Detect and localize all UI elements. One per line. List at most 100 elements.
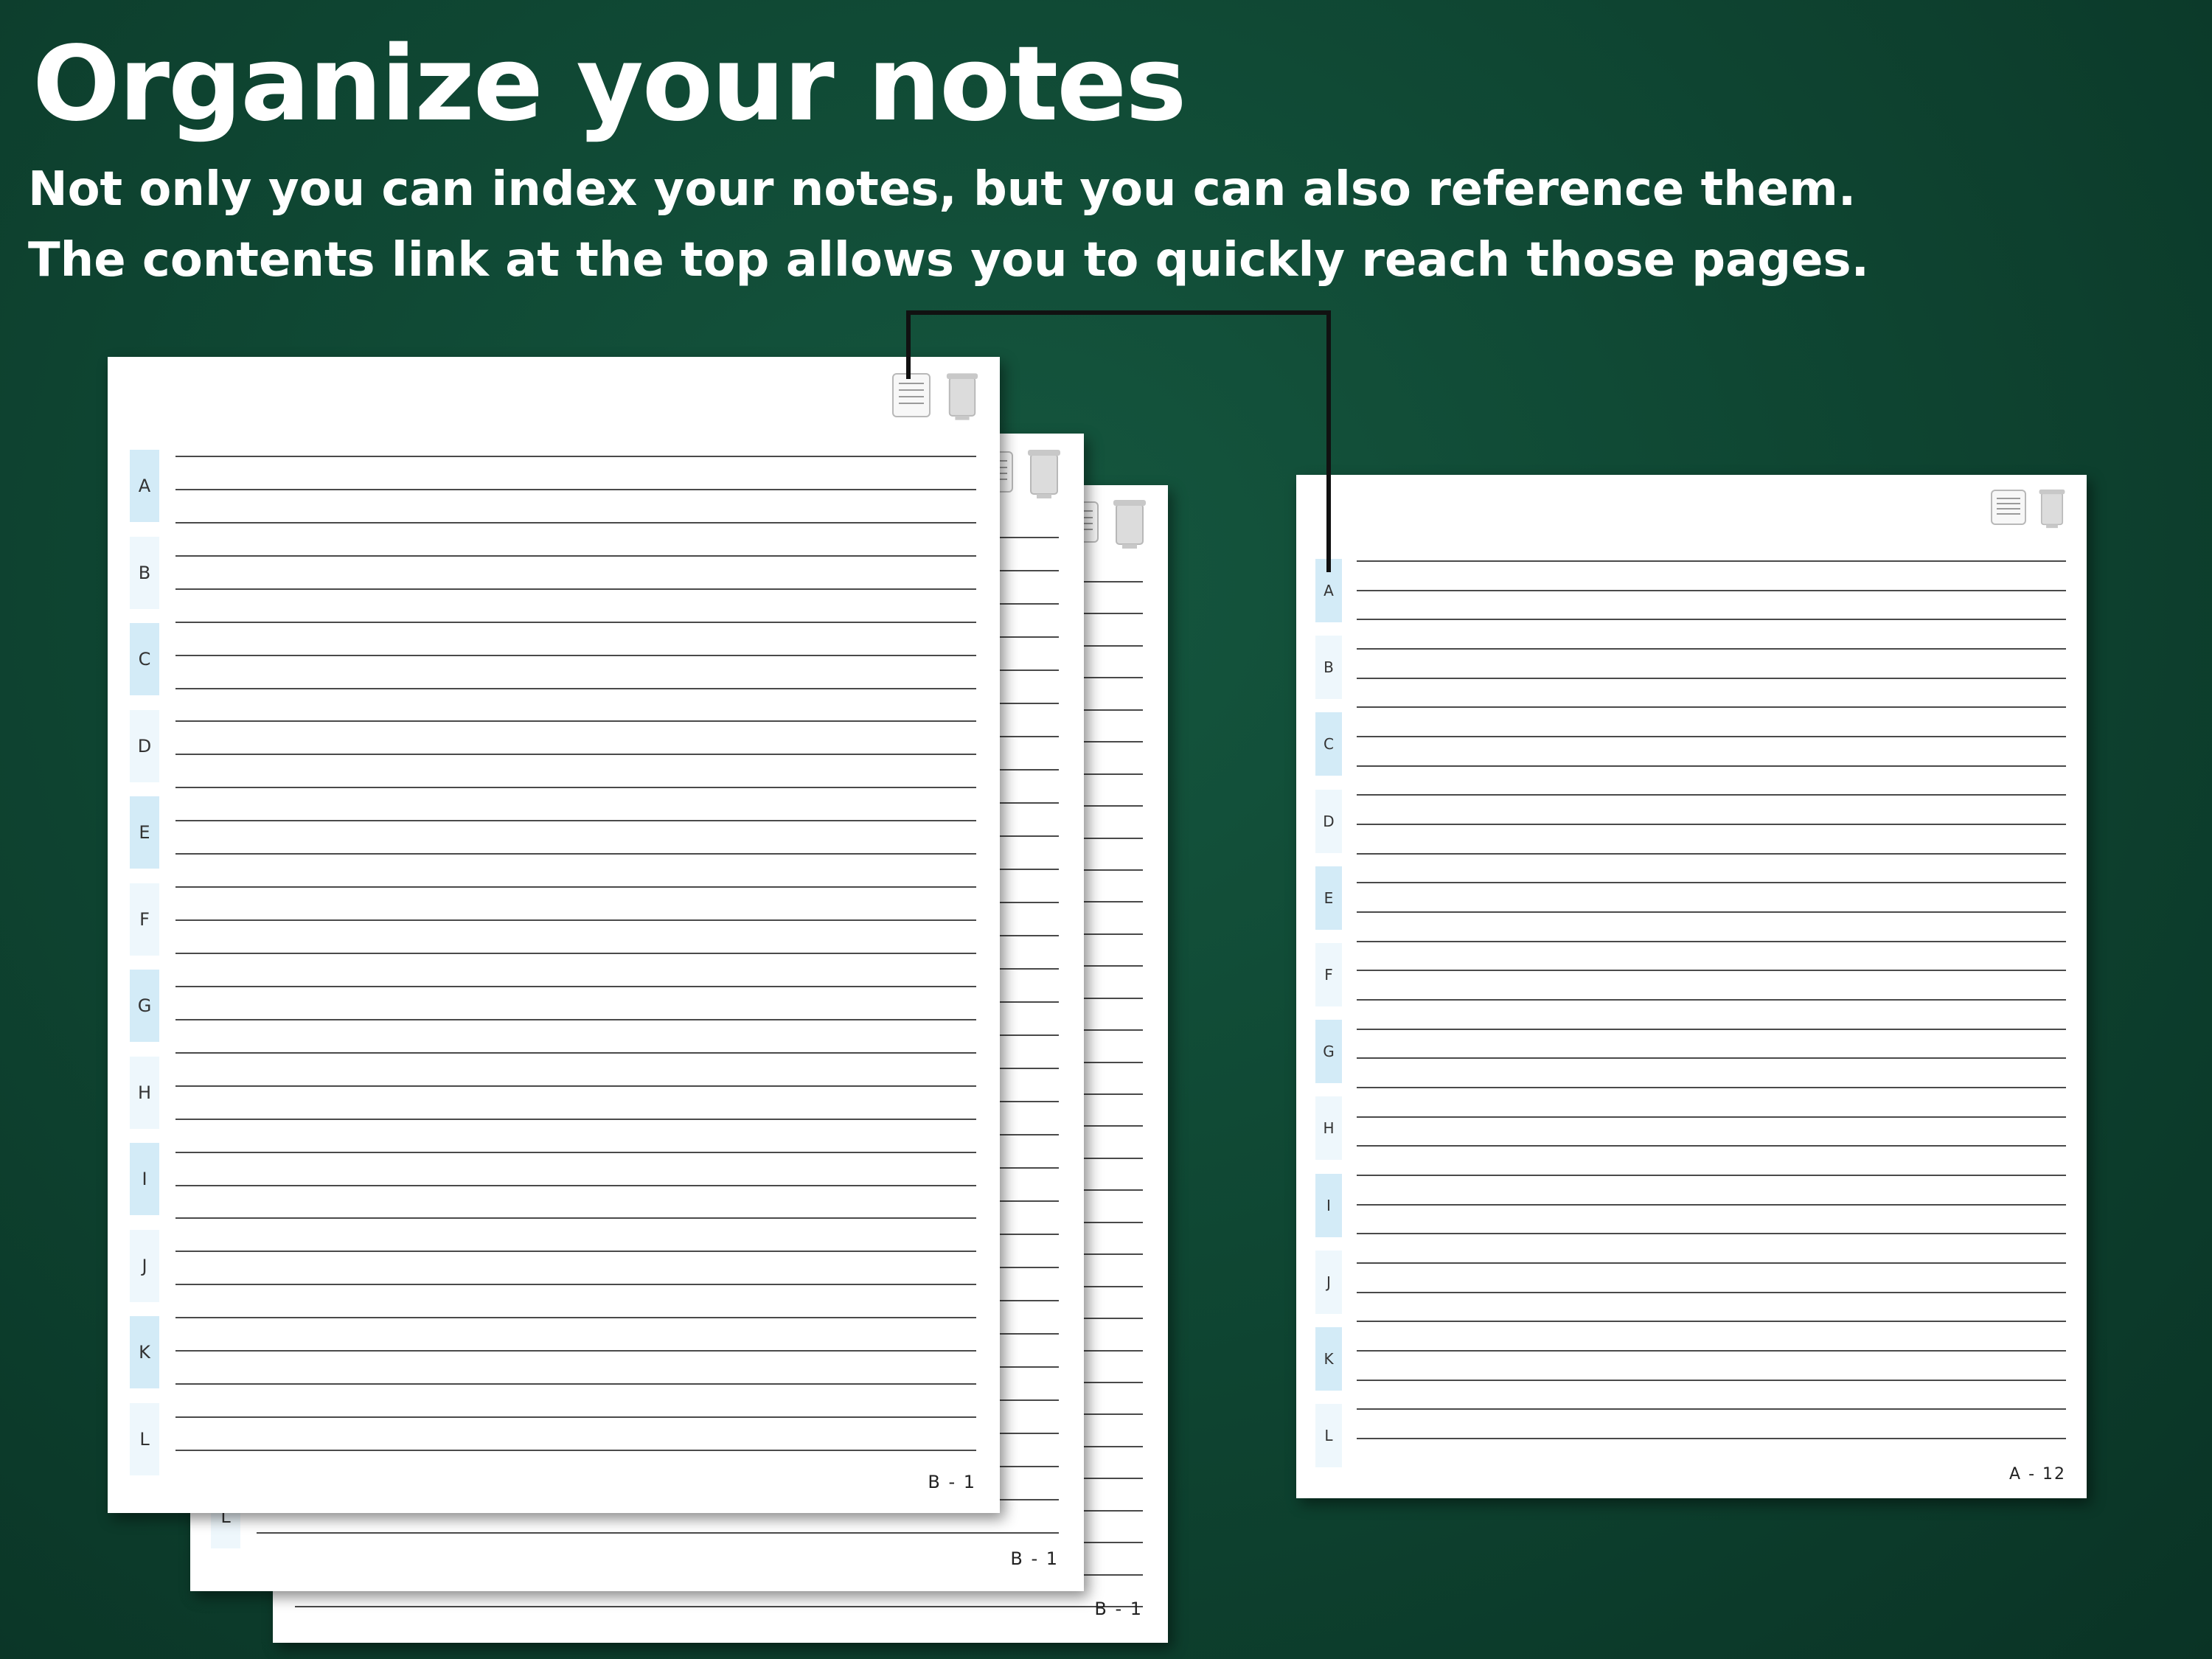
index-tab-label: D bbox=[137, 736, 152, 757]
ruled-line bbox=[175, 720, 976, 722]
ruled-line bbox=[175, 1119, 976, 1120]
notebook-page-right: A B C D E F G H I J K L A - 12 bbox=[1296, 475, 2087, 1498]
index-tab-i[interactable]: I bbox=[130, 1143, 159, 1215]
ruled-line bbox=[1357, 619, 2066, 620]
ruled-line bbox=[1357, 1029, 2066, 1030]
ruled-line bbox=[1357, 1438, 2066, 1439]
ruled-line bbox=[295, 1606, 1143, 1607]
index-tab-l[interactable]: L bbox=[130, 1403, 159, 1475]
ruled-line bbox=[1357, 1350, 2066, 1352]
ruled-line bbox=[175, 1019, 976, 1020]
index-tab-label: K bbox=[139, 1342, 150, 1363]
index-tab-label: G bbox=[1323, 1043, 1335, 1060]
index-tab-f[interactable]: F bbox=[1315, 943, 1342, 1006]
ruled-line bbox=[175, 489, 976, 490]
subtitle-line-1: Not only you can index your notes, but y… bbox=[28, 162, 1857, 217]
index-tab-label: I bbox=[1326, 1197, 1331, 1214]
ruled-line bbox=[175, 522, 976, 524]
index-tab-j[interactable]: J bbox=[1315, 1251, 1342, 1314]
index-tab-label: C bbox=[138, 649, 151, 669]
index-tab-c[interactable]: C bbox=[1315, 712, 1342, 776]
index-tab-l[interactable]: L bbox=[1315, 1404, 1342, 1467]
ruled-line bbox=[175, 986, 976, 987]
ruled-line bbox=[175, 1350, 976, 1352]
index-tab-e[interactable]: E bbox=[130, 796, 159, 869]
contents-list-icon[interactable] bbox=[892, 373, 931, 417]
ruled-line bbox=[1357, 1087, 2066, 1088]
index-tab-i[interactable]: I bbox=[1315, 1174, 1342, 1237]
index-tab-c[interactable]: C bbox=[130, 623, 159, 695]
index-tab-label: I bbox=[142, 1169, 147, 1189]
ruled-line bbox=[1357, 941, 2066, 942]
trash-icon[interactable] bbox=[1026, 448, 1062, 500]
ruled-line bbox=[1357, 590, 2066, 591]
index-tab-label: C bbox=[1324, 735, 1334, 753]
index-tab-g[interactable]: G bbox=[1315, 1020, 1342, 1083]
ruled-line bbox=[1357, 1292, 2066, 1293]
index-tab-label: F bbox=[1324, 966, 1333, 984]
trash-icon[interactable] bbox=[2038, 487, 2066, 531]
index-tab-k[interactable]: K bbox=[1315, 1327, 1342, 1391]
index-tab-label: G bbox=[137, 995, 152, 1016]
contents-list-icon[interactable] bbox=[1991, 490, 2026, 525]
ruled-line bbox=[175, 1052, 976, 1054]
ruled-line bbox=[175, 1383, 976, 1385]
index-tab-f[interactable]: F bbox=[130, 883, 159, 956]
ruled-line bbox=[1357, 1116, 2066, 1118]
index-tab-label: H bbox=[1323, 1119, 1335, 1137]
ruled-line bbox=[1357, 970, 2066, 971]
ruled-line bbox=[175, 555, 976, 557]
ruled-line bbox=[175, 1450, 976, 1451]
index-tab-label: A bbox=[138, 476, 151, 496]
index-tab-label: A bbox=[1324, 582, 1334, 599]
trash-icon[interactable] bbox=[945, 370, 979, 423]
notebook-page-front: A B C D E F G H I J K L B - 1 bbox=[108, 357, 1000, 1513]
index-tab-a[interactable]: A bbox=[1315, 559, 1342, 622]
ruled-line bbox=[175, 886, 976, 888]
index-tab-label: J bbox=[142, 1256, 147, 1276]
ruled-line bbox=[175, 1085, 976, 1087]
ruled-line bbox=[1357, 765, 2066, 767]
index-tab-h[interactable]: H bbox=[1315, 1096, 1342, 1160]
ruled-line bbox=[175, 1317, 976, 1318]
index-tab-label: E bbox=[139, 822, 150, 843]
index-tab-label: L bbox=[139, 1429, 150, 1450]
index-tab-label: F bbox=[139, 909, 150, 930]
ruled-line bbox=[175, 919, 976, 921]
ruled-line bbox=[175, 655, 976, 656]
index-tab-g[interactable]: G bbox=[130, 970, 159, 1042]
ruled-line bbox=[175, 853, 976, 855]
ruled-line bbox=[1357, 648, 2066, 650]
page-number: B - 1 bbox=[1010, 1548, 1059, 1569]
ruled-line bbox=[175, 1284, 976, 1285]
ruled-line bbox=[175, 820, 976, 821]
index-tab-j[interactable]: J bbox=[130, 1230, 159, 1302]
ruled-line bbox=[1357, 824, 2066, 825]
ruled-line bbox=[175, 1152, 976, 1153]
ruled-line bbox=[175, 1185, 976, 1186]
index-tab-b[interactable]: B bbox=[1315, 636, 1342, 699]
index-tab-a[interactable]: A bbox=[130, 450, 159, 522]
index-tab-label: H bbox=[137, 1082, 152, 1103]
index-tab-label: B bbox=[1324, 658, 1334, 676]
trash-icon[interactable] bbox=[1112, 498, 1147, 550]
ruled-line bbox=[175, 622, 976, 623]
page-title: Organize your notes bbox=[32, 24, 1187, 145]
index-tab-d[interactable]: D bbox=[1315, 790, 1342, 853]
ruled-line bbox=[175, 1217, 976, 1219]
ruled-line bbox=[1357, 882, 2066, 883]
ruled-line bbox=[257, 1532, 1059, 1534]
ruled-line bbox=[175, 456, 976, 457]
index-tab-e[interactable]: E bbox=[1315, 866, 1342, 930]
ruled-line bbox=[1357, 1145, 2066, 1147]
index-tab-b[interactable]: B bbox=[130, 537, 159, 609]
ruled-line bbox=[1357, 1175, 2066, 1176]
index-tab-label: J bbox=[1326, 1273, 1331, 1291]
index-tab-label: L bbox=[1324, 1427, 1333, 1444]
index-tab-d[interactable]: D bbox=[130, 710, 159, 782]
index-tab-k[interactable]: K bbox=[130, 1316, 159, 1388]
ruled-line bbox=[175, 1251, 976, 1252]
index-tab-label: K bbox=[1324, 1350, 1334, 1368]
index-tab-h[interactable]: H bbox=[130, 1057, 159, 1129]
ruled-line bbox=[1357, 1380, 2066, 1381]
